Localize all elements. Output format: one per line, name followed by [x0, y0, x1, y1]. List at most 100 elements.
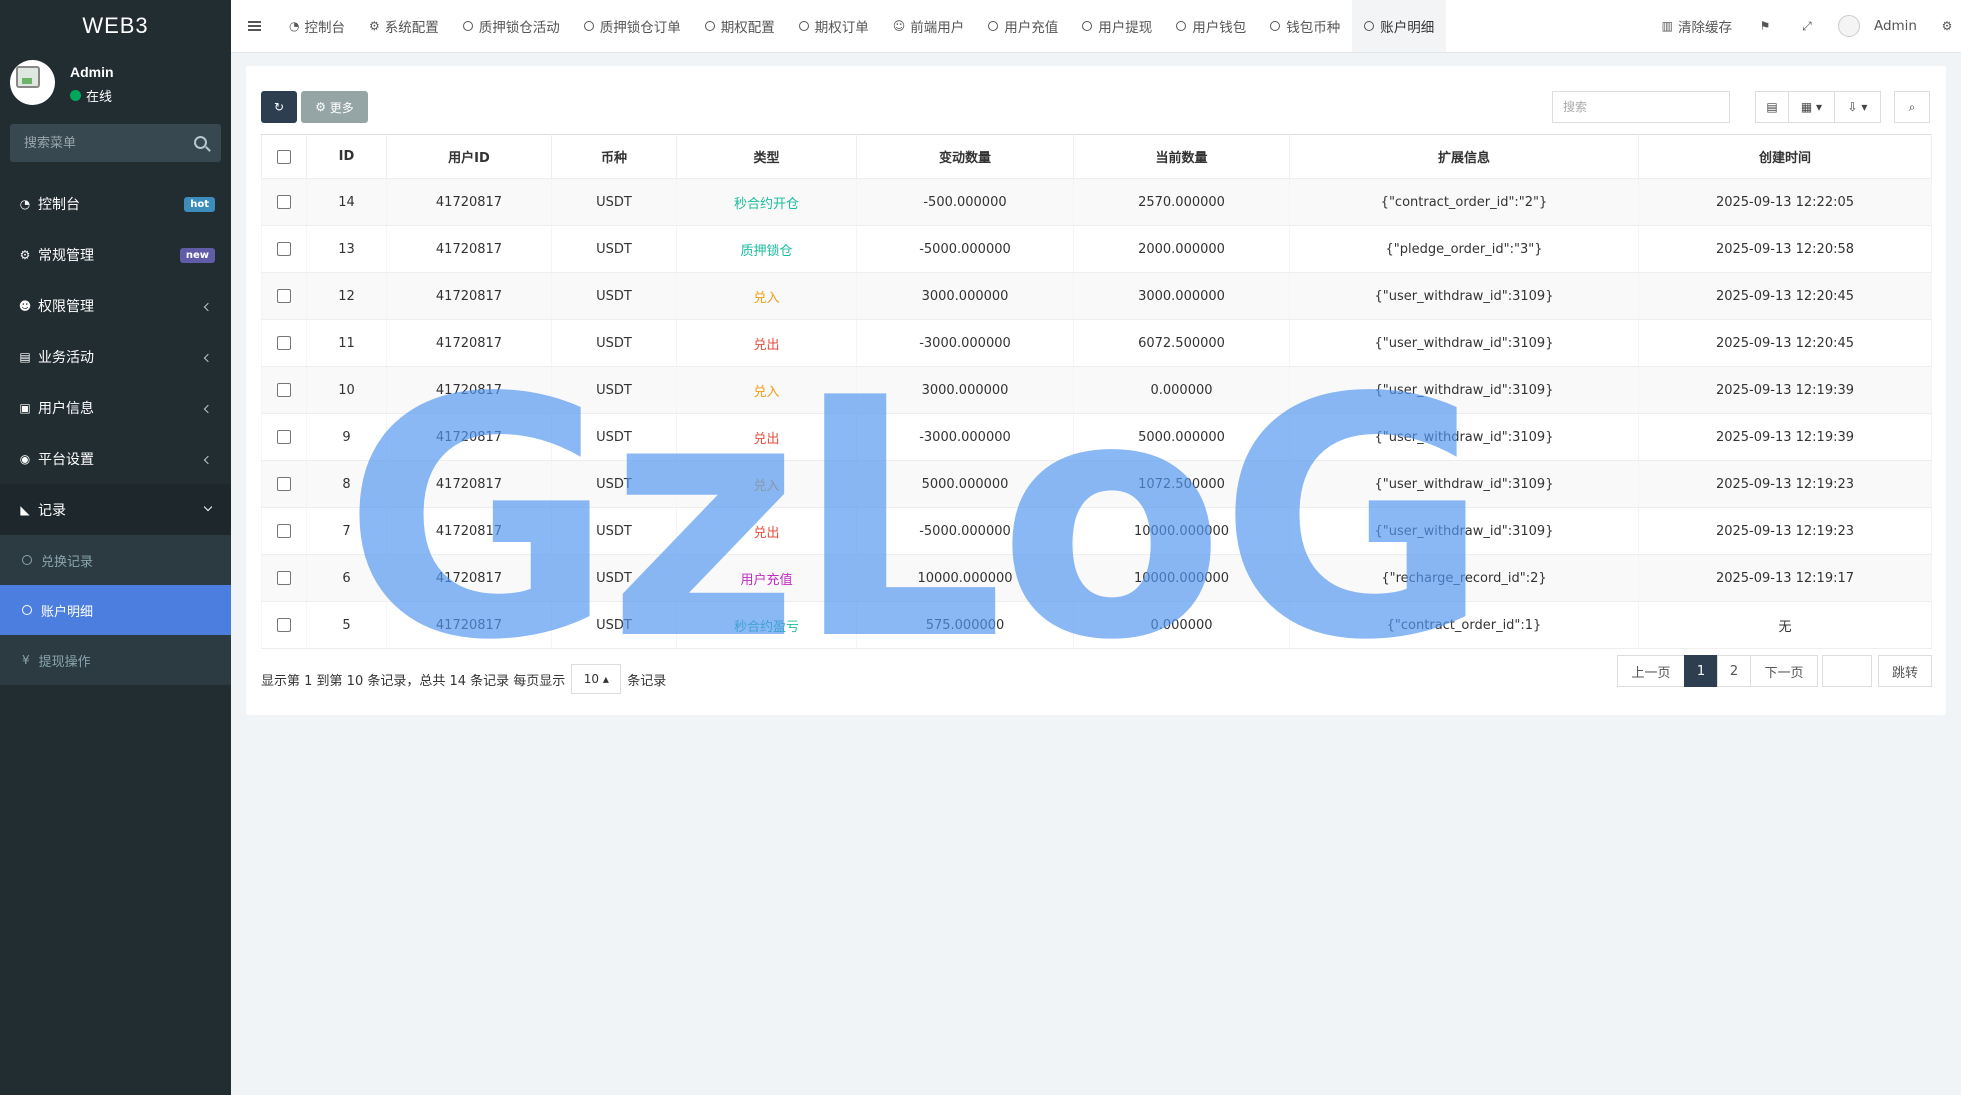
table-cell-type: 秒合约开仓: [676, 178, 857, 226]
table-cell-type: 兑入: [676, 460, 857, 508]
table-cell-uid: 41720817: [386, 225, 552, 273]
table-row[interactable]: 7 41720817 USDT 兑出 -5000.000000 10000.000000{…: [261, 507, 1932, 555]
column-header[interactable]: 变动数量: [856, 134, 1074, 179]
table-search-input[interactable]: [1552, 91, 1730, 123]
tab-account-detail[interactable]: 账户明细: [1352, 0, 1447, 52]
row-checkbox[interactable]: [277, 477, 291, 491]
page-2-button[interactable]: 2: [1717, 655, 1751, 687]
table-row[interactable]: 11 41720817 USDT 兑出 -3000.000000 6072.500000{…: [261, 319, 1932, 367]
menu-search-input[interactable]: [10, 124, 188, 162]
row-select-cell: [261, 319, 307, 367]
tab-label: 账户明细: [1380, 20, 1435, 36]
sidebar-item-general[interactable]: ⚙ 常规管理 new: [0, 229, 231, 280]
row-select-cell: [261, 507, 307, 555]
language-button[interactable]: ⚑: [1744, 0, 1786, 52]
refresh-button[interactable]: ↻: [261, 91, 297, 123]
row-checkbox[interactable]: [277, 195, 291, 209]
sidebar-item-dashboard[interactable]: ◔ 控制台 hot: [0, 178, 231, 229]
columns-button[interactable]: ▦ ▾: [1788, 91, 1835, 123]
pagination: 上一页 1 2 下一页 跳转: [1617, 655, 1932, 687]
user-status: 在线: [70, 86, 112, 105]
sidebar-item-business[interactable]: ▤ 业务活动: [0, 331, 231, 382]
column-header[interactable]: 币种: [551, 134, 677, 179]
brand-logo[interactable]: WEB3: [0, 0, 231, 52]
tab-system-config[interactable]: ⚙ 系统配置: [357, 0, 451, 52]
jump-page-input[interactable]: [1822, 655, 1872, 687]
tab-user-recharge[interactable]: 用户充值: [976, 0, 1070, 52]
column-header[interactable]: ID: [306, 134, 387, 179]
clear-cache-button[interactable]: ▥ 清除缓存: [1650, 0, 1744, 52]
control-sidebar-button[interactable]: ⚙: [1933, 0, 1961, 52]
sidebar-item-permissions[interactable]: ☻ 权限管理: [0, 280, 231, 331]
next-page-button[interactable]: 下一页: [1750, 655, 1818, 687]
tab-dashboard[interactable]: ◔ 控制台: [277, 0, 357, 52]
row-checkbox[interactable]: [277, 618, 291, 632]
table-cell-change: 3000.000000: [856, 272, 1074, 320]
sidebar-item-userinfo[interactable]: ▣ 用户信息: [0, 382, 231, 433]
column-header[interactable]: 类型: [676, 134, 857, 179]
admin-name: Admin: [1873, 18, 1917, 34]
sidebar-item-records[interactable]: ◣ 记录: [0, 484, 231, 535]
sidebar-subitem-account-detail[interactable]: 账户明细: [0, 585, 231, 635]
row-checkbox[interactable]: [277, 430, 291, 444]
table-row[interactable]: 10 41720817 USDT 兑入 3000.000000 0.000000 {"use…: [261, 366, 1932, 414]
sidebar-subitem-withdraw[interactable]: ¥ 提现操作: [0, 635, 231, 685]
row-checkbox[interactable]: [277, 383, 291, 397]
page-size-select[interactable]: 10 ▴: [571, 664, 622, 694]
table-body: 14 41720817 USDT 秒合约开仓 -500.000000 2570.00000…: [261, 178, 1932, 649]
advanced-search-button[interactable]: ⌕: [1894, 91, 1930, 123]
trash-icon: ▥: [1661, 19, 1673, 33]
table-cell-change: 3000.000000: [856, 366, 1074, 414]
table-cell-current: 10000.000000: [1073, 507, 1290, 555]
column-header[interactable]: 创建时间: [1638, 134, 1932, 179]
row-select-cell: [261, 366, 307, 414]
search-icon[interactable]: [194, 136, 207, 149]
table-row[interactable]: 13 41720817 USDT 质押锁仓 -5000.000000 2000.00000…: [261, 225, 1932, 273]
table-row[interactable]: 12 41720817 USDT 兑入 3000.000000 3000.000000 {"…: [261, 272, 1932, 320]
table-cell-current: 10000.000000: [1073, 554, 1290, 602]
prev-page-button[interactable]: 上一页: [1617, 655, 1685, 687]
row-checkbox[interactable]: [277, 242, 291, 256]
column-header[interactable]: 用户ID: [386, 134, 552, 179]
table-cell-coin: USDT: [551, 460, 677, 508]
export-button[interactable]: ⇩ ▾: [1834, 91, 1881, 123]
chevron-down-icon: [203, 502, 213, 512]
card-view-button[interactable]: ▤: [1755, 91, 1789, 123]
column-header[interactable]: 当前数量: [1073, 134, 1290, 179]
tab-label: 用户钱包: [1192, 20, 1247, 36]
table-cell-uid: 41720817: [386, 601, 552, 649]
fullscreen-button[interactable]: ⤢: [1786, 0, 1828, 52]
column-header[interactable]: 扩展信息: [1289, 134, 1639, 179]
sidebar-subitem-exchange[interactable]: 兑换记录: [0, 535, 231, 585]
sidebar-item-platform[interactable]: ◉ 平台设置: [0, 433, 231, 484]
admin-dropdown[interactable]: Admin: [1828, 0, 1933, 52]
tab-frontend-users[interactable]: ☺ 前端用户: [881, 0, 977, 52]
tab-option-config[interactable]: 期权配置: [693, 0, 787, 52]
sidebar: WEB3 Admin 在线 ◔ 控制台 hot ⚙ 常规管理 new ☻ 权限管…: [0, 0, 231, 1095]
tab-wallet-coins[interactable]: 钱包币种: [1258, 0, 1352, 52]
table-cell-uid: 41720817: [386, 366, 552, 414]
table-row[interactable]: 14 41720817 USDT 秒合约开仓 -500.000000 2570.00000…: [261, 178, 1932, 226]
account-detail-table: ID 用户ID 币种 类型 变动数量 当前数量 扩展信息 创建时间 14 4172…: [261, 134, 1932, 649]
row-checkbox[interactable]: [277, 289, 291, 303]
page-1-button[interactable]: 1: [1684, 655, 1718, 687]
tab-pledge-activity[interactable]: 质押锁仓活动: [451, 0, 572, 52]
tab-pledge-orders[interactable]: 质押锁仓订单: [572, 0, 693, 52]
more-button[interactable]: ⚙ 更多: [301, 91, 368, 123]
jump-button[interactable]: 跳转: [1878, 655, 1932, 687]
table-row[interactable]: 5 41720817 USDT 秒合约盈亏 575.000000 0.000000 {"co…: [261, 601, 1932, 649]
cogs-icon: ⚙: [368, 19, 380, 33]
sidebar-toggle[interactable]: [231, 0, 277, 52]
table-row[interactable]: 8 41720817 USDT 兑入 5000.000000 1072.500000 {"u…: [261, 460, 1932, 508]
tab-option-orders[interactable]: 期权订单: [787, 0, 881, 52]
row-checkbox[interactable]: [277, 571, 291, 585]
table-cell-change: -5000.000000: [856, 225, 1074, 273]
table-row[interactable]: 9 41720817 USDT 兑出 -3000.000000 5000.000000 {"…: [261, 413, 1932, 461]
circle-icon: [583, 21, 594, 31]
row-checkbox[interactable]: [277, 524, 291, 538]
tab-user-wallet[interactable]: 用户钱包: [1164, 0, 1258, 52]
row-checkbox[interactable]: [277, 336, 291, 350]
table-row[interactable]: 6 41720817 USDT 用户充值 10000.000000 10000.00000…: [261, 554, 1932, 602]
tab-user-withdraw[interactable]: 用户提现: [1070, 0, 1164, 52]
select-all-checkbox[interactable]: [277, 149, 291, 164]
